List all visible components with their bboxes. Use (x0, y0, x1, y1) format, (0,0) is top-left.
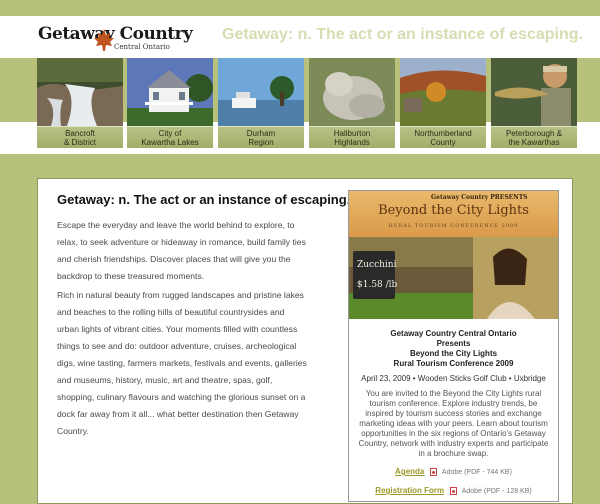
maple-leaf-icon (94, 29, 114, 51)
waterfall-photo (37, 58, 123, 126)
autumn-barn-photo (400, 58, 486, 126)
header: Getaway Country Central Ontario Getaway:… (0, 16, 600, 58)
promo-event-details: April 23, 2009 • Wooden Sticks Golf Club… (361, 374, 546, 383)
registration-form-link[interactable]: Registration Form (375, 486, 444, 495)
house-photo (127, 58, 213, 126)
logo-subtitle: Central Ontario (114, 43, 170, 51)
chalkboard-sign: Zucchini (357, 260, 397, 270)
region-label: Durham Region (218, 126, 304, 148)
sculpture-photo (309, 58, 395, 126)
top-bar (0, 0, 600, 16)
site-logo[interactable]: Getaway Country Central Ontario (38, 24, 193, 58)
promo-banner[interactable]: Getaway Country PRESENTS Beyond the City… (349, 191, 558, 237)
region-tiles: Bancroft & District City of Kawartha Lakes (37, 58, 577, 148)
region-label: Haliburton Highlands (309, 126, 395, 148)
registration-file-info: Adobe (PDF - 128 KB) (461, 488, 532, 495)
fisherman-photo (491, 58, 577, 126)
page-heading: Getaway: n. The act or an instance of es… (57, 192, 351, 207)
tagline: Getaway: n. The act or an instance of es… (222, 26, 583, 43)
region-label: City of Kawartha Lakes (127, 126, 213, 148)
region-tile-peterborough[interactable]: Peterborough & the Kawarthas (491, 58, 577, 148)
agenda-download: Agenda Adobe (PDF - 744 KB) (349, 467, 558, 477)
lighthouse-photo (218, 58, 304, 126)
promo-description: You are invited to the Beyond the City L… (358, 389, 549, 458)
pdf-icon (450, 487, 458, 496)
chalkboard-price: $1.58 /lb (357, 280, 398, 290)
conference-promo: Getaway Country PRESENTS Beyond the City… (348, 190, 559, 502)
market-photo: Zucchini $1.58 /lb (349, 237, 558, 319)
pdf-icon (430, 468, 438, 477)
region-tile-kawartha-lakes[interactable]: City of Kawartha Lakes (127, 58, 213, 148)
details-paragraph: Rich in natural beauty from rugged lands… (57, 290, 307, 436)
promo-banner-logo: Getaway Country PRESENTS (431, 194, 528, 201)
intro-paragraph: Escape the everyday and leave the world … (57, 220, 306, 281)
promo-banner-subtitle: RURAL TOURISM CONFERENCE 2009 (388, 223, 519, 229)
region-tile-northumberland[interactable]: Northumberland County (400, 58, 486, 148)
promo-banner-title: Beyond the City Lights (378, 203, 529, 218)
agenda-link[interactable]: Agenda (395, 467, 424, 476)
registration-download: Registration Form Adobe (PDF - 128 KB) (349, 486, 558, 496)
region-tile-durham[interactable]: Durham Region (218, 58, 304, 148)
region-label: Northumberland County (400, 126, 486, 148)
region-label: Bancroft & District (37, 126, 123, 148)
region-tile-haliburton[interactable]: Haliburton Highlands (309, 58, 395, 148)
page: Getaway Country Central Ontario Getaway:… (0, 0, 600, 504)
region-tile-bancroft[interactable]: Bancroft & District (37, 58, 123, 148)
region-label: Peterborough & the Kawarthas (491, 126, 577, 148)
promo-title: Getaway Country Central Ontario Presents… (390, 329, 517, 368)
agenda-file-info: Adobe (PDF - 744 KB) (441, 469, 512, 476)
content-panel: Getaway: n. The act or an instance of es… (37, 178, 573, 504)
